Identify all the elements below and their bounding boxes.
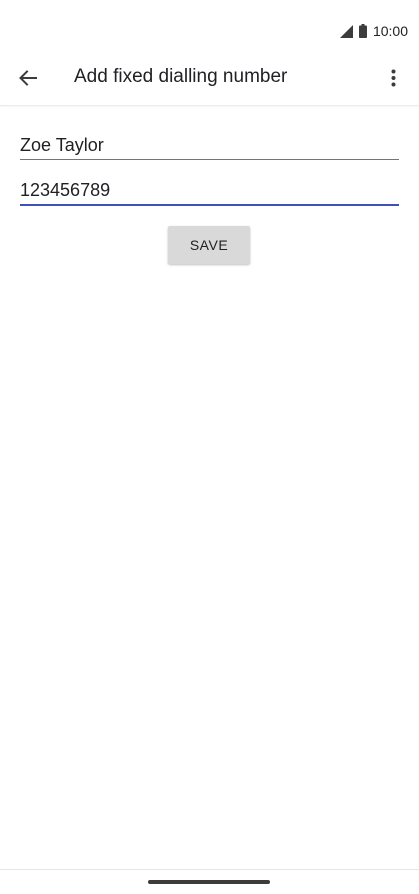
signal-icon <box>339 24 353 38</box>
save-button[interactable]: SAVE <box>168 226 250 264</box>
home-indicator[interactable] <box>148 880 270 884</box>
app-bar: Add fixed dialling number <box>0 50 419 106</box>
page-title: Add fixed dialling number <box>74 66 288 87</box>
more-vert-icon <box>391 69 395 87</box>
status-time: 10:00 <box>372 23 408 39</box>
nav-bar-divider <box>0 869 419 870</box>
back-button[interactable] <box>10 60 46 96</box>
number-field[interactable] <box>20 176 399 206</box>
status-bar: 10:00 <box>0 0 419 50</box>
status-icons: 10:00 <box>339 23 408 39</box>
more-options-button[interactable] <box>381 62 405 94</box>
battery-icon <box>358 24 367 38</box>
arrow-back-icon <box>19 70 37 86</box>
name-field[interactable] <box>20 131 399 160</box>
